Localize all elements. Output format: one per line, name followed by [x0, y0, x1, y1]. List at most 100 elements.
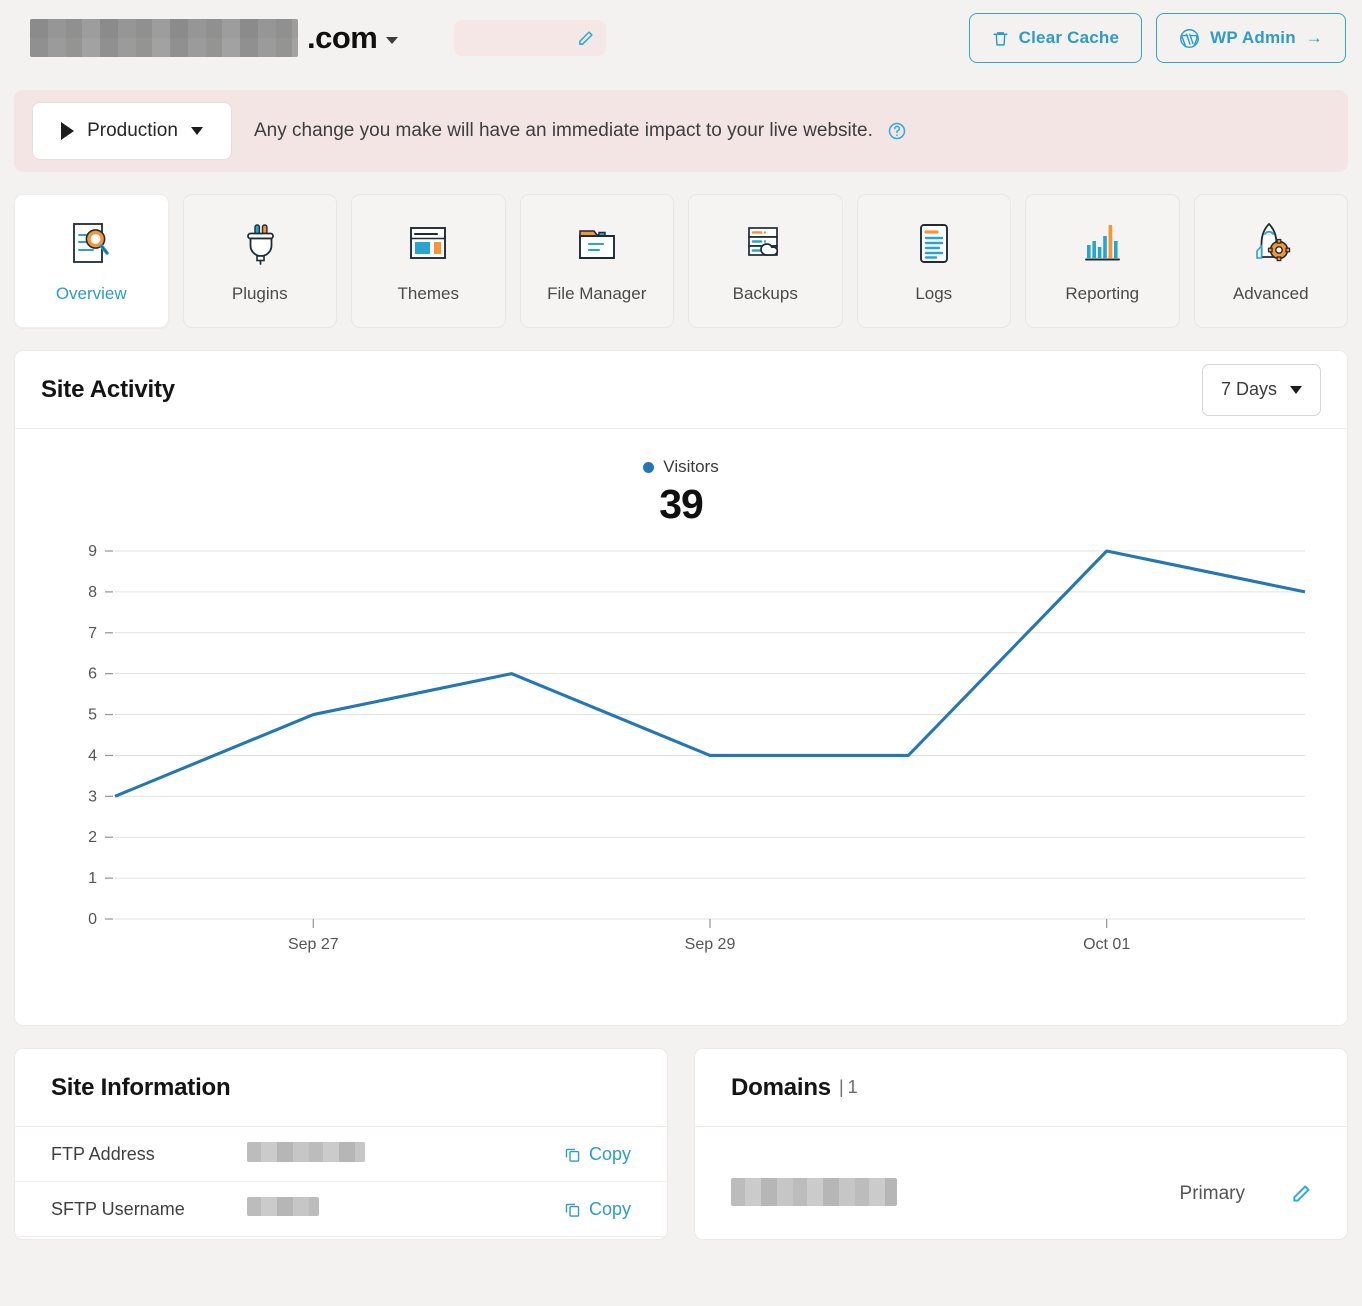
site-activity-card: Site Activity 7 Days Visitors 39 0 1 2 3 4 5 6…: [14, 350, 1348, 1026]
tab-file-manager[interactable]: File Manager: [519, 194, 674, 328]
svg-text:4: 4: [88, 747, 97, 764]
domains-title: Domains: [731, 1073, 831, 1101]
tab-plugins[interactable]: Plugins: [182, 194, 337, 328]
copy-label: Copy: [588, 1143, 631, 1164]
copy-ftp-address-button[interactable]: Copy: [564, 1144, 631, 1165]
redacted-value: [247, 1141, 365, 1162]
tab-label: Reporting: [1065, 284, 1140, 303]
svg-text:2: 2: [88, 829, 97, 846]
table-row: Primary: [695, 1149, 1347, 1239]
site-activity-header: Site Activity 7 Days: [15, 351, 1347, 429]
layout-icon: [400, 218, 456, 270]
wordpress-icon: [1179, 28, 1200, 49]
legend-item-visitors: Visitors: [643, 457, 719, 477]
domain-name: [731, 1177, 1180, 1211]
site-name-redacted: [30, 19, 298, 57]
tab-themes[interactable]: Themes: [351, 194, 506, 328]
top-bar-actions: Clear Cache WP Admin →: [968, 13, 1346, 63]
info-label: SFTP Username: [51, 1198, 185, 1219]
info-value: [247, 1197, 564, 1221]
bottom-panels: Site Information FTP Address Copy SFTP U…: [14, 1048, 1348, 1240]
tab-label: Logs: [915, 284, 953, 303]
site-domain-suffix: .com: [307, 20, 378, 55]
redacted-value: [247, 1197, 319, 1216]
copy-icon: [564, 1200, 581, 1218]
info-row-ftp-address: FTP Address Copy: [15, 1127, 667, 1182]
visitors-chart: Visitors 39 0 1 2 3 4 5 6 7 8 9 Sep 27 Sep 29 Oct 01: [15, 429, 1347, 1025]
svg-text:Sep 27: Sep 27: [288, 936, 339, 953]
tab-backups[interactable]: Backups: [688, 194, 843, 328]
domains-count-separator: |: [838, 1077, 844, 1097]
svg-text:1: 1: [88, 870, 97, 887]
status-badge: Primary: [1179, 1183, 1245, 1204]
clear-cache-label: Clear Cache: [1018, 28, 1120, 47]
environment-label: Production: [87, 120, 178, 141]
wp-admin-label: WP Admin: [1210, 28, 1296, 47]
top-bar: .com Clear Cache WP Admin →: [0, 0, 1362, 76]
bar-chart-icon: [1074, 218, 1130, 270]
environment-message: Any change you make will have an immedia…: [254, 120, 907, 142]
environment-banner: Production Any change you make will have…: [14, 90, 1348, 172]
visitors-total: 39: [659, 481, 704, 527]
caret-down-icon[interactable]: [190, 127, 203, 135]
tab-advanced[interactable]: Advanced: [1193, 194, 1348, 328]
tab-label: Advanced: [1232, 284, 1309, 303]
copy-sftp-username-button[interactable]: Copy: [564, 1199, 631, 1220]
section-tabs: Overview Plugins Themes File Manager Bac…: [0, 172, 1362, 328]
legend-color-swatch: [643, 461, 655, 473]
svg-text:Sep 29: Sep 29: [685, 936, 736, 953]
edit-domain-button[interactable]: [1291, 1184, 1311, 1204]
tab-label: Overview: [55, 284, 127, 303]
tab-label: Themes: [397, 284, 459, 303]
tab-label: Backups: [732, 284, 798, 303]
svg-text:8: 8: [88, 584, 97, 601]
site-name-dropdown[interactable]: .com: [30, 19, 399, 57]
trash-icon: [992, 29, 1009, 48]
info-row-sftp-username: SFTP Username Copy: [15, 1182, 667, 1237]
info-label: FTP Address: [51, 1143, 155, 1164]
rocket-gear-icon: [1243, 218, 1299, 270]
tab-label: File Manager: [547, 284, 647, 303]
plug-icon: [232, 218, 288, 270]
document-lines-icon: [906, 218, 962, 270]
clear-cache-button[interactable]: Clear Cache: [968, 13, 1143, 63]
wp-admin-button[interactable]: WP Admin →: [1156, 13, 1346, 63]
svg-text:0: 0: [88, 911, 97, 928]
svg-text:7: 7: [88, 625, 97, 642]
svg-text:9: 9: [88, 543, 97, 560]
legend-label: Visitors: [663, 457, 719, 476]
tab-logs[interactable]: Logs: [856, 194, 1011, 328]
domains-card: Domains | 1 Primary: [694, 1048, 1348, 1240]
domains-count: 1: [847, 1077, 858, 1097]
tab-overview[interactable]: Overview: [14, 194, 169, 328]
arrow-right-icon: →: [1305, 28, 1323, 47]
environment-dropdown[interactable]: Production: [32, 102, 232, 160]
chevron-down-icon[interactable]: [386, 37, 399, 44]
copy-icon: [564, 1145, 581, 1163]
redacted-value: [731, 1177, 897, 1206]
tab-reporting[interactable]: Reporting: [1025, 194, 1180, 328]
svg-text:3: 3: [88, 788, 97, 805]
date-range-dropdown[interactable]: 7 Days: [1201, 363, 1321, 416]
chart-legend: Visitors 39: [15, 457, 1347, 528]
environment-message-text: Any change you make will have an immedia…: [254, 120, 873, 141]
info-value: [247, 1141, 564, 1167]
copy-label: Copy: [588, 1198, 631, 1219]
site-information-card: Site Information FTP Address Copy SFTP U…: [14, 1048, 668, 1240]
svg-text:Oct 01: Oct 01: [1083, 936, 1130, 953]
site-information-header: Site Information: [15, 1049, 667, 1127]
domains-header: Domains | 1: [695, 1049, 1347, 1127]
svg-text:5: 5: [88, 707, 97, 724]
server-cloud-icon: [737, 218, 793, 270]
pencil-icon[interactable]: [577, 30, 594, 47]
site-information-title: Site Information: [51, 1073, 231, 1101]
question-circle-icon[interactable]: [887, 121, 907, 141]
tab-label: Plugins: [231, 284, 288, 303]
site-nickname-field[interactable]: [454, 20, 607, 56]
caret-down-icon[interactable]: [1290, 385, 1302, 394]
date-range-label: 7 Days: [1220, 379, 1277, 399]
folder-icon: [569, 218, 625, 270]
document-search-icon: [63, 218, 119, 270]
svg-text:6: 6: [88, 666, 97, 683]
page-title: Site Activity: [41, 375, 175, 403]
